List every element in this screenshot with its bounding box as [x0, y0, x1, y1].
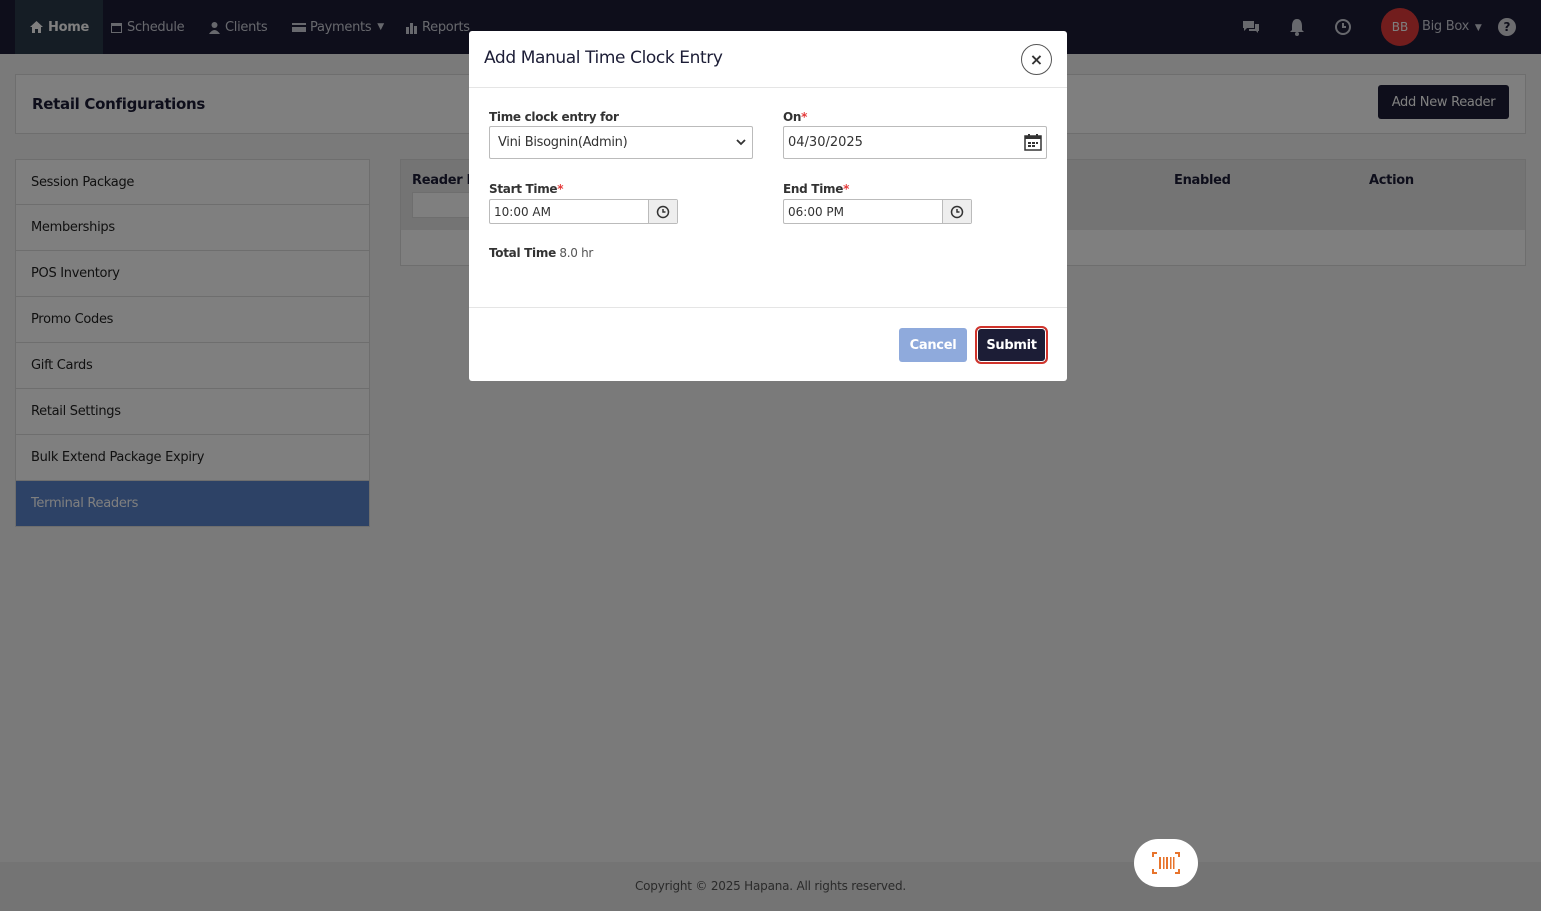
calendar-icon[interactable]	[1024, 134, 1042, 151]
chevron-down-icon	[736, 139, 746, 146]
total-time-label: Total Time	[489, 246, 556, 260]
modal-header: Add Manual Time Clock Entry ×	[469, 31, 1067, 88]
clock-icon	[950, 205, 964, 218]
start-time-picker-button[interactable]	[648, 200, 677, 223]
modal-title: Add Manual Time Clock Entry	[484, 48, 723, 68]
entry-for-value: Vini Bisognin(Admin)	[498, 135, 628, 150]
start-time-label-text: Start Time	[489, 182, 558, 196]
barcode-icon	[1152, 852, 1180, 874]
cancel-button[interactable]: Cancel	[899, 328, 967, 362]
end-time-label: End Time*	[783, 182, 849, 196]
submit-button[interactable]: Submit	[975, 326, 1048, 364]
total-time-value: 8.0 hr	[559, 246, 594, 260]
on-date-label: On*	[783, 110, 807, 124]
time-clock-modal: Add Manual Time Clock Entry × Time clock…	[469, 31, 1067, 381]
clock-icon	[656, 205, 670, 218]
start-time-label: Start Time*	[489, 182, 564, 196]
close-icon[interactable]: ×	[1021, 44, 1052, 75]
end-time-picker-button[interactable]	[942, 200, 971, 223]
modal-footer: Cancel Submit	[469, 307, 1067, 381]
on-date-input[interactable]: 04/30/2025	[783, 126, 1047, 159]
end-time-input[interactable]: 06:00 PM	[783, 199, 972, 224]
start-time-input[interactable]: 10:00 AM	[489, 199, 678, 224]
entry-for-select[interactable]: Vini Bisognin(Admin)	[489, 126, 753, 159]
barcode-scanner-button[interactable]	[1134, 839, 1198, 887]
required-marker: *	[843, 182, 850, 196]
on-date-label-text: On	[783, 110, 802, 124]
entry-for-label-text: Time clock entry for	[489, 110, 619, 124]
required-marker: *	[557, 182, 564, 196]
on-date-value: 04/30/2025	[788, 135, 863, 150]
start-time-value: 10:00 AM	[494, 204, 551, 219]
end-time-value: 06:00 PM	[788, 204, 844, 219]
end-time-label-text: End Time	[783, 182, 844, 196]
entry-for-label: Time clock entry for	[489, 110, 619, 124]
required-marker: *	[801, 110, 808, 124]
total-time: Total Time 8.0 hr	[489, 246, 593, 260]
